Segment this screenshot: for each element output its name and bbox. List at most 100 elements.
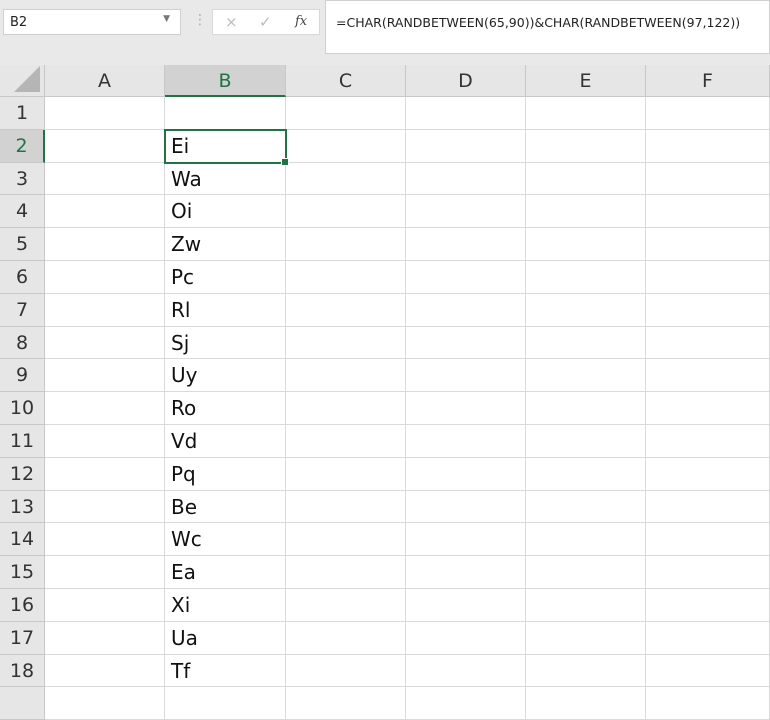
cell-b6[interactable]: Pc xyxy=(165,261,286,294)
row-header[interactable]: 2 xyxy=(0,129,45,163)
cell-c8[interactable] xyxy=(286,326,406,360)
cell-f10[interactable] xyxy=(646,392,770,425)
cell-f3[interactable] xyxy=(646,162,770,196)
cell-b10[interactable]: Ro xyxy=(165,392,286,425)
row-header[interactable]: 3 xyxy=(0,162,45,196)
row-header[interactable] xyxy=(0,687,45,720)
cell-a10[interactable] xyxy=(45,392,165,425)
cell-c3[interactable] xyxy=(286,162,406,196)
cell-d13[interactable] xyxy=(406,490,526,524)
row-header[interactable]: 4 xyxy=(0,195,45,229)
cell-d5[interactable] xyxy=(406,228,526,261)
cell-e13[interactable] xyxy=(526,490,646,524)
cell-b[interactable] xyxy=(165,687,286,720)
cell-a16[interactable] xyxy=(45,589,165,622)
cell-f2[interactable] xyxy=(646,129,770,163)
cell-d11[interactable] xyxy=(406,425,526,458)
cell-d18[interactable] xyxy=(406,654,526,688)
cell-f16[interactable] xyxy=(646,589,770,622)
cell-b18[interactable]: Tf xyxy=(165,654,286,688)
cell-a17[interactable] xyxy=(45,621,165,655)
cell-d7[interactable] xyxy=(406,293,526,327)
cell-e16[interactable] xyxy=(526,589,646,622)
cell-e17[interactable] xyxy=(526,621,646,655)
cell-f8[interactable] xyxy=(646,326,770,360)
cell-a8[interactable] xyxy=(45,326,165,360)
row-header[interactable]: 7 xyxy=(0,293,45,327)
cell-d3[interactable] xyxy=(406,162,526,196)
select-all-button[interactable] xyxy=(0,65,45,97)
cell-e11[interactable] xyxy=(526,425,646,458)
cell-c16[interactable] xyxy=(286,589,406,622)
cell-c7[interactable] xyxy=(286,293,406,327)
cell-c1[interactable] xyxy=(286,97,406,130)
cell-f4[interactable] xyxy=(646,195,770,229)
cell-a11[interactable] xyxy=(45,425,165,458)
cell-f5[interactable] xyxy=(646,228,770,261)
column-header-a[interactable]: A xyxy=(45,65,165,97)
cell-b13[interactable]: Be xyxy=(165,490,286,524)
column-header-b[interactable]: B xyxy=(165,65,286,97)
cell-d6[interactable] xyxy=(406,261,526,294)
cell-f15[interactable] xyxy=(646,556,770,589)
cell-c13[interactable] xyxy=(286,490,406,524)
row-header[interactable]: 9 xyxy=(0,359,45,393)
cell-c9[interactable] xyxy=(286,359,406,393)
cell-c18[interactable] xyxy=(286,654,406,688)
row-header[interactable]: 11 xyxy=(0,425,45,458)
cell-a1[interactable] xyxy=(45,97,165,130)
row-header[interactable]: 17 xyxy=(0,621,45,655)
cell-c12[interactable] xyxy=(286,457,406,491)
cell-c[interactable] xyxy=(286,687,406,720)
cell-c10[interactable] xyxy=(286,392,406,425)
cell-e9[interactable] xyxy=(526,359,646,393)
column-header-f[interactable]: F xyxy=(646,65,770,97)
cell-b15[interactable]: Ea xyxy=(165,556,286,589)
row-header[interactable]: 8 xyxy=(0,326,45,360)
cell-d12[interactable] xyxy=(406,457,526,491)
cell-e[interactable] xyxy=(526,687,646,720)
cell-c11[interactable] xyxy=(286,425,406,458)
cell-e6[interactable] xyxy=(526,261,646,294)
cell-e12[interactable] xyxy=(526,457,646,491)
formula-input[interactable]: =CHAR(RANDBETWEEN(65,90))&CHAR(RANDBETWE… xyxy=(325,0,770,54)
cell-b7[interactable]: Rl xyxy=(165,293,286,327)
cell-d4[interactable] xyxy=(406,195,526,229)
cell-f14[interactable] xyxy=(646,523,770,557)
insert-function-icon[interactable]: fx xyxy=(295,14,307,29)
cell-e15[interactable] xyxy=(526,556,646,589)
row-header[interactable]: 15 xyxy=(0,556,45,589)
cell-b16[interactable]: Xi xyxy=(165,589,286,622)
cell-f12[interactable] xyxy=(646,457,770,491)
cell-d2[interactable] xyxy=(406,129,526,163)
cell-a14[interactable] xyxy=(45,523,165,557)
column-header-d[interactable]: D xyxy=(406,65,526,97)
cancel-icon[interactable]: × xyxy=(225,13,238,31)
row-header[interactable]: 6 xyxy=(0,261,45,294)
cell-b3[interactable]: Wa xyxy=(165,162,286,196)
cell-d15[interactable] xyxy=(406,556,526,589)
chevron-down-icon[interactable]: ▼ xyxy=(163,14,170,24)
cell-e1[interactable] xyxy=(526,97,646,130)
cell-f17[interactable] xyxy=(646,621,770,655)
name-box[interactable]: B2 ▼ xyxy=(3,9,181,35)
cell-a6[interactable] xyxy=(45,261,165,294)
cell-a18[interactable] xyxy=(45,654,165,688)
cell-d1[interactable] xyxy=(406,97,526,130)
cell-f[interactable] xyxy=(646,687,770,720)
cell-e10[interactable] xyxy=(526,392,646,425)
cell-c5[interactable] xyxy=(286,228,406,261)
row-header[interactable]: 5 xyxy=(0,228,45,261)
cell-d17[interactable] xyxy=(406,621,526,655)
cell-b1[interactable] xyxy=(165,97,286,130)
cell-b9[interactable]: Uy xyxy=(165,359,286,393)
cell-c17[interactable] xyxy=(286,621,406,655)
cell-e4[interactable] xyxy=(526,195,646,229)
cell-a3[interactable] xyxy=(45,162,165,196)
cell-a4[interactable] xyxy=(45,195,165,229)
row-header[interactable]: 13 xyxy=(0,490,45,524)
cell-e7[interactable] xyxy=(526,293,646,327)
drag-handle-icon[interactable]: ⋮ xyxy=(193,12,207,28)
cell-e14[interactable] xyxy=(526,523,646,557)
cell-f9[interactable] xyxy=(646,359,770,393)
